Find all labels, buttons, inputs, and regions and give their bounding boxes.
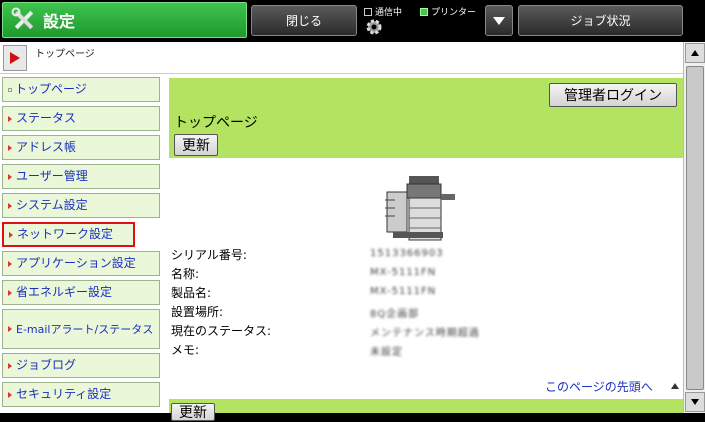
sidebar-item-label: システム設定: [16, 198, 88, 212]
sidebar-nav: トップページ ステータス アドレス帳 ユーザー管理 システム設定 ネットワーク設…: [0, 74, 165, 413]
sidebar-item-top-page[interactable]: トップページ: [2, 77, 160, 102]
top-bar: 設定 閉じる 通信中 プリンター ジョブ状況: [0, 0, 705, 42]
content-header-panel: 管理者ログイン トップページ 更新: [169, 78, 683, 158]
content-title: トップページ: [174, 115, 258, 131]
sidebar-item-user-management[interactable]: ユーザー管理: [2, 164, 160, 189]
printer-status-checkbox: [420, 7, 428, 16]
triangle-bullet-icon: [8, 289, 12, 296]
sidebar-item-status[interactable]: ステータス: [2, 106, 160, 131]
settings-title-tab: 設定: [2, 2, 247, 38]
printer-status: プリンター: [420, 5, 476, 18]
play-arrow-icon: [10, 52, 20, 64]
scroll-down-button[interactable]: [685, 392, 705, 412]
info-value-product: MX-5111FN: [370, 286, 437, 297]
info-value-serial: 1513366903: [370, 248, 444, 259]
vertical-scrollbar[interactable]: [683, 42, 705, 413]
info-value-name: MX-5111FN: [370, 267, 437, 278]
gear-icon: [364, 17, 384, 40]
status-dropdown-button[interactable]: [485, 5, 513, 36]
sidebar-item-network-settings[interactable]: ネットワーク設定: [2, 222, 135, 247]
triangle-bullet-icon: [8, 173, 12, 180]
sidebar-item-email-alert[interactable]: E-mailアラート/ステータス: [2, 309, 160, 349]
sidebar-item-label: ジョブログ: [16, 358, 77, 372]
triangle-bullet-icon: [8, 391, 12, 398]
square-bullet-icon: [8, 87, 12, 92]
breadcrumb-bar: トップページ: [0, 42, 683, 74]
refresh-button-bottom[interactable]: 更新: [171, 403, 215, 421]
breadcrumb-toggle-button[interactable]: [3, 45, 27, 71]
triangle-bullet-icon: [8, 326, 12, 332]
sidebar-item-label: E-mailアラート/ステータス: [16, 322, 154, 336]
info-label-memo: メモ:: [171, 343, 200, 357]
info-label-location: 設置場所:: [171, 305, 224, 319]
info-value-current-status: メンテナンス時期超過: [370, 328, 480, 339]
info-label-product: 製品名:: [171, 286, 212, 300]
chevron-down-icon: [493, 16, 505, 25]
sidebar-item-label: ネットワーク設定: [17, 227, 114, 241]
status-indicators: 通信中 プリンター: [362, 3, 482, 39]
info-label-current-status: 現在のステータス:: [171, 324, 272, 338]
comm-status-checkbox: [364, 7, 372, 16]
sidebar-item-label: トップページ: [15, 82, 87, 96]
main-content: 管理者ログイン トップページ 更新 シリアル番号: 1513366903 名称:…: [165, 74, 683, 421]
printer-image: [383, 170, 459, 246]
page-title-label: 設定: [43, 12, 76, 31]
sidebar-item-application-settings[interactable]: アプリケーション設定: [2, 251, 160, 276]
triangle-bullet-icon: [8, 202, 12, 209]
breadcrumb: トップページ: [35, 49, 95, 60]
sidebar-item-label: セキュリティ設定: [16, 387, 112, 401]
scroll-up-button[interactable]: [685, 43, 705, 63]
sidebar-item-label: アドレス帳: [16, 140, 77, 154]
job-status-button[interactable]: ジョブ状況: [518, 5, 683, 36]
printer-status-label: プリンター: [431, 8, 477, 18]
info-value-memo: 未設定: [370, 347, 403, 358]
page-top-link[interactable]: このページの先頭へ: [545, 378, 653, 395]
triangle-bullet-icon: [8, 115, 12, 122]
sidebar-item-energy-saving[interactable]: 省エネルギー設定: [2, 280, 160, 305]
triangle-bullet-icon: [8, 362, 12, 369]
triangle-bullet-icon: [8, 260, 12, 267]
sidebar-item-label: ユーザー管理: [16, 169, 88, 183]
triangle-bullet-icon: [9, 231, 13, 238]
tools-icon: [9, 5, 39, 35]
sidebar-item-label: アプリケーション設定: [16, 256, 136, 270]
sidebar-item-label: 省エネルギー設定: [16, 285, 113, 299]
arrow-down-icon: [691, 399, 699, 405]
sidebar-item-security-settings[interactable]: セキュリティ設定: [2, 382, 160, 407]
admin-login-button[interactable]: 管理者ログイン: [549, 83, 677, 107]
close-button[interactable]: 閉じる: [251, 5, 357, 36]
sidebar-item-job-log[interactable]: ジョブログ: [2, 353, 160, 378]
info-label-name: 名称:: [171, 267, 200, 281]
refresh-button[interactable]: 更新: [174, 134, 218, 156]
info-value-location: 8Q企画部: [370, 309, 420, 320]
sidebar-item-address-book[interactable]: アドレス帳: [2, 135, 160, 160]
scrollbar-thumb[interactable]: [686, 66, 704, 390]
sidebar-item-system-settings[interactable]: システム設定: [2, 193, 160, 218]
arrow-up-icon: [671, 383, 679, 389]
triangle-bullet-icon: [8, 144, 12, 151]
arrow-up-icon: [691, 50, 699, 56]
sidebar-item-label: ステータス: [16, 111, 77, 125]
content-footer-panel: [169, 399, 683, 413]
info-label-serial: シリアル番号:: [171, 248, 247, 262]
